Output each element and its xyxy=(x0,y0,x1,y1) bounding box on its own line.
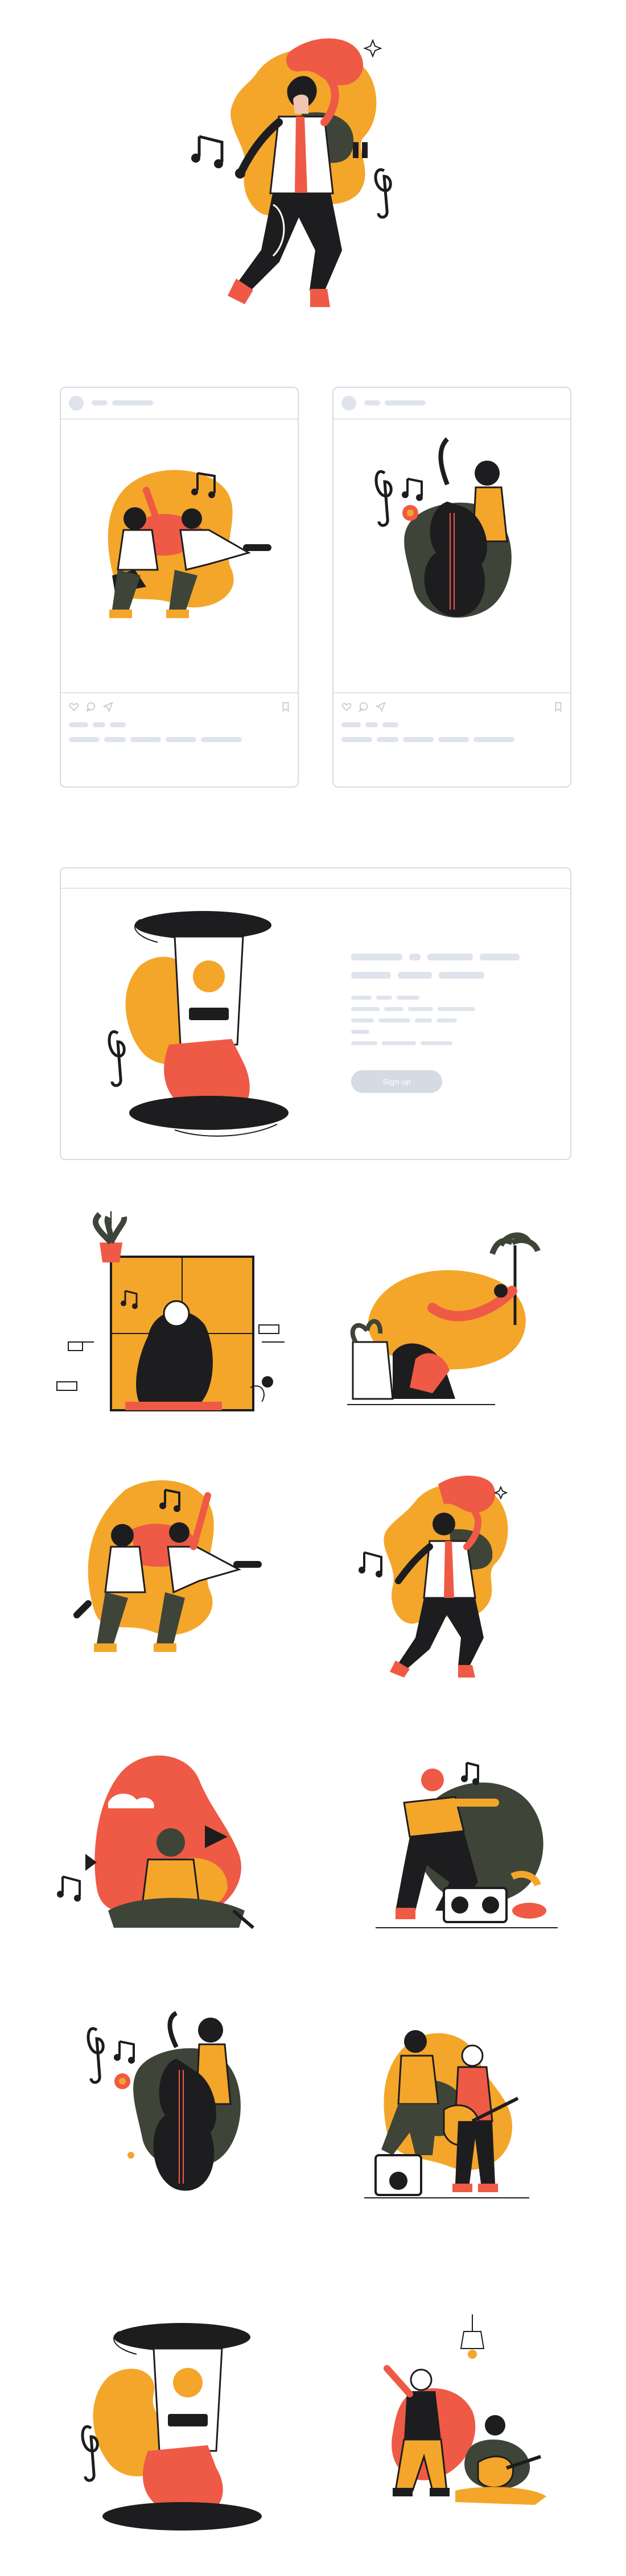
headline-placeholder xyxy=(439,972,484,979)
likes-placeholder xyxy=(93,722,105,727)
heart-icon[interactable] xyxy=(341,702,352,712)
solo-dancer-illustration xyxy=(359,1476,508,1678)
phone-portal-illustration xyxy=(108,911,289,1137)
music-note-icon xyxy=(57,1875,81,1902)
username-placeholder xyxy=(364,400,380,405)
body-text-placeholder xyxy=(351,1041,377,1045)
username-placeholder xyxy=(92,400,108,405)
headline-placeholder xyxy=(480,954,520,960)
social-post-card-left xyxy=(60,387,299,788)
browser-bar-divider xyxy=(61,888,570,889)
headline-placeholder xyxy=(409,954,421,960)
dancing-couple-illustration xyxy=(73,1480,262,1652)
caption-placeholder xyxy=(377,737,398,742)
body-text-placeholder xyxy=(378,1018,410,1022)
caption-placeholder xyxy=(341,737,372,742)
street-performers-illustration xyxy=(384,2314,546,2505)
comment-icon[interactable] xyxy=(358,702,369,712)
comment-icon[interactable] xyxy=(85,702,96,712)
share-icon[interactable] xyxy=(102,702,113,713)
likes-placeholder xyxy=(341,722,361,727)
username-placeholder xyxy=(385,400,426,405)
treble-clef-icon xyxy=(81,2425,99,2482)
likes-placeholder xyxy=(365,722,378,727)
avatar xyxy=(69,396,84,411)
treble-clef-icon xyxy=(108,1030,126,1087)
treble-clef-icon xyxy=(87,2027,105,2084)
divider xyxy=(333,419,570,420)
body-text-placeholder xyxy=(376,996,392,1000)
caption-placeholder xyxy=(104,737,126,742)
music-note-icon xyxy=(359,1551,382,1577)
likes-placeholder xyxy=(110,722,126,727)
body-text-placeholder xyxy=(397,996,419,1000)
headline-placeholder xyxy=(351,972,391,979)
sign-up-button[interactable]: Sign up xyxy=(351,1070,442,1093)
body-text-placeholder xyxy=(382,1041,416,1045)
double-bass-player-illustration xyxy=(87,2011,241,2191)
music-note-icon xyxy=(191,135,224,168)
double-bass-player-illustration xyxy=(374,437,512,618)
body-text-placeholder xyxy=(415,1018,432,1022)
body-text-placeholder xyxy=(408,1007,433,1011)
likes-placeholder xyxy=(382,722,398,727)
social-post-card-right xyxy=(332,387,571,788)
headline-placeholder xyxy=(427,954,473,960)
bookmark-icon[interactable] xyxy=(281,702,291,713)
divider xyxy=(61,692,298,693)
treble-clef-icon xyxy=(374,168,392,219)
caption-placeholder xyxy=(166,737,196,742)
username-placeholder xyxy=(112,400,153,405)
hammock-relax-illustration xyxy=(347,1232,541,1405)
headphones-listener-illustration xyxy=(57,1755,254,1929)
bookmark-icon[interactable] xyxy=(553,702,563,713)
star-icon xyxy=(363,39,382,58)
caption-placeholder xyxy=(130,737,161,742)
landing-page-card: Sign up xyxy=(60,867,571,1160)
body-text-placeholder xyxy=(351,1007,380,1011)
treble-clef-icon xyxy=(374,470,393,527)
body-text-placeholder xyxy=(351,1030,369,1034)
body-text-placeholder xyxy=(436,1018,457,1022)
likes-placeholder xyxy=(69,722,88,727)
caption-placeholder xyxy=(201,737,242,742)
body-text-placeholder xyxy=(438,1007,475,1011)
caption-placeholder xyxy=(473,737,514,742)
boombox-dancer-illustration xyxy=(376,1762,558,1928)
music-note-icon xyxy=(114,2040,135,2064)
divider xyxy=(333,692,570,693)
heart-icon[interactable] xyxy=(69,702,79,712)
guitar-duo-illustration xyxy=(364,2030,529,2198)
caption-placeholder xyxy=(69,737,100,742)
hero-dancer-illustration xyxy=(191,38,392,307)
music-note-icon xyxy=(402,478,423,501)
body-text-placeholder xyxy=(384,1007,403,1011)
headline-placeholder xyxy=(398,972,432,979)
star-icon xyxy=(493,1485,508,1500)
body-text-placeholder xyxy=(351,996,372,1000)
phone-portal-illustration xyxy=(81,2323,262,2531)
window-sitting-illustration xyxy=(56,1211,285,1411)
divider xyxy=(61,419,298,420)
body-text-placeholder xyxy=(351,1018,374,1022)
headline-placeholder xyxy=(351,954,402,960)
caption-placeholder xyxy=(438,737,469,742)
caption-placeholder xyxy=(403,737,434,742)
dancing-couple-illustration xyxy=(108,470,271,618)
avatar xyxy=(341,396,356,411)
share-icon[interactable] xyxy=(375,702,386,713)
music-note-icon xyxy=(461,1762,479,1785)
body-text-placeholder xyxy=(421,1041,452,1045)
